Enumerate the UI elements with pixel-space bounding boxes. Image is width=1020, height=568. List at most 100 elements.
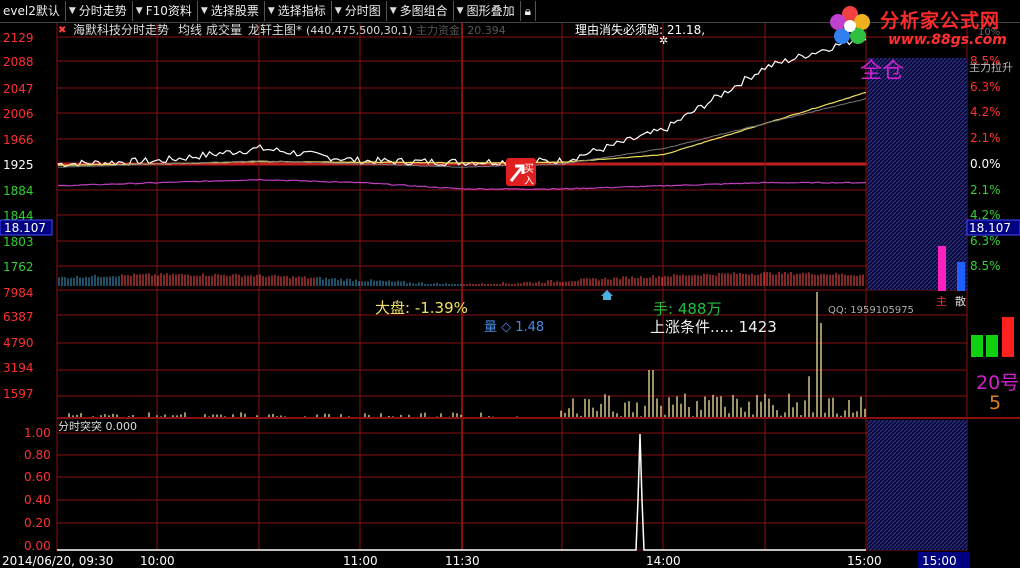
volume-tick-label: 1597 — [3, 387, 34, 401]
chart-title: 海默科技分时走势 — [73, 22, 169, 37]
retail-label: 散 — [955, 294, 966, 308]
red-bar — [1002, 317, 1014, 357]
volume-tick-label: 6387 — [3, 310, 34, 324]
price-tick-label: 1966 — [3, 133, 34, 147]
volume-axis: 7984 6387 4790 3194 1597 — [3, 286, 34, 401]
select-stock-label: 选择股票 — [210, 4, 259, 18]
timeshare-chart-label: 分时图 — [344, 4, 381, 18]
dropdown-arrow-icon: ▼ — [200, 6, 208, 16]
retail-bar — [957, 262, 965, 291]
main-force-bar — [938, 246, 946, 291]
price-tick-label: 1925 — [3, 158, 34, 172]
timeshare-chart-button[interactable]: ▼ 分时图 — [332, 1, 387, 21]
index-change-label: 大盘: -1.39% — [375, 299, 468, 317]
price-tick-label: 1803 — [3, 235, 34, 249]
timeshare-label: 分时走势 — [78, 4, 127, 18]
time-tick-label: 10:00 — [140, 554, 175, 568]
buy-marker-label-2: 入 — [524, 176, 534, 187]
dropdown-arrow-icon: ▼ — [267, 6, 275, 16]
select-stock-button[interactable]: ▼ 选择股票 — [198, 1, 265, 21]
timeshare-button[interactable]: ▼ 分时走势 — [66, 1, 133, 21]
percent-tick-label: 6.3% — [970, 80, 1001, 94]
price-tick-label: 2047 — [3, 82, 34, 96]
logo-url: www.88gs.com — [888, 32, 1007, 48]
gear-marker-icon: ✲ — [659, 34, 668, 47]
main-funds-label: 主力资金: 20.394 — [416, 23, 506, 37]
flower-logo-icon — [830, 6, 870, 44]
level2-button[interactable]: evel2默认 — [0, 1, 66, 21]
price-tick-label: 1884 — [3, 184, 34, 198]
time-tick-label: 15:00 — [847, 554, 882, 568]
percent-tick-label: 4.2% — [970, 105, 1001, 119]
lock-icon[interactable]: 🔒︎ — [521, 1, 536, 21]
f10-button[interactable]: ▼ F10资料 — [133, 1, 198, 21]
dropdown-arrow-icon: ▼ — [389, 6, 397, 16]
overlay-button[interactable]: ▼ 图形叠加 — [454, 1, 521, 21]
green-bar-1 — [971, 335, 983, 357]
future-area-indicator — [867, 420, 967, 550]
percent-tick-label: 6.3% — [970, 234, 1001, 248]
qq-label: QQ: 1959105975 — [828, 305, 914, 316]
dropdown-arrow-icon: ▼ — [334, 6, 342, 16]
percent-tick-label: 2.1% — [970, 183, 1001, 197]
main-force-label: 主 — [936, 295, 947, 308]
indicator-tick-label: 0.60 — [24, 470, 51, 484]
number-20-label: 20号 — [976, 372, 1019, 394]
indicator-tick-label: 0.20 — [24, 516, 51, 530]
dropdown-arrow-icon: ▼ — [68, 6, 76, 16]
number-5-label: 5 — [989, 392, 1001, 414]
multi-chart-label: 多图组合 — [399, 4, 448, 18]
params-label: (440,475,500,30,1) — [306, 24, 413, 37]
green-bar-2 — [986, 335, 998, 357]
select-indicator-button[interactable]: ▼ 选择指标 — [265, 1, 332, 21]
volume-ratio-label: 量 ◇ 1.48 — [484, 320, 544, 335]
current-price-left: 18.107 — [4, 221, 46, 235]
hand-volume-label: 手: 488万 — [653, 300, 721, 318]
current-time: 15:00 — [922, 554, 957, 568]
current-price-right: 18.107 — [969, 221, 1011, 235]
main-pull-label: 主力拉升 — [969, 60, 1013, 74]
dropdown-arrow-icon: ▼ — [135, 6, 143, 16]
percent-axis: 8.5%6.3%4.2%2.1%0.0%2.1%4.2%6.3%8.5% — [970, 54, 1001, 273]
volume-tick-label: 3194 — [3, 361, 34, 375]
indicator-tick-label: 0.00 — [24, 539, 51, 553]
home-marker-icon — [601, 290, 613, 300]
buy-marker-label-1: 买 — [524, 163, 534, 175]
price-axis: 2129208820472006196619251884184418031762 — [3, 31, 34, 274]
site-logo: 分析家公式网 www.88gs.com — [822, 2, 1020, 52]
price-tick-label: 2129 — [3, 31, 34, 45]
level2-label: evel2默认 — [3, 4, 60, 18]
price-tick-label: 2006 — [3, 107, 34, 121]
percent-tick-label: 2.1% — [970, 131, 1001, 145]
percent-tick-label: 8.5% — [970, 259, 1001, 273]
indicator-axis: 1.00 0.80 0.60 0.40 0.20 0.00 — [24, 426, 51, 553]
overlay-label: 图形叠加 — [466, 4, 515, 18]
close-x-icon[interactable]: ✖ — [58, 25, 66, 36]
time-tick-label: 14:00 — [646, 554, 681, 568]
price-tick-label: 2088 — [3, 55, 34, 69]
multi-chart-button[interactable]: ▼ 多图组合 — [387, 1, 454, 21]
time-tick-label: 11:30 — [445, 554, 480, 568]
full-position-label: 全仓 — [860, 59, 904, 84]
rise-condition-label: 上涨条件..... 1423 — [650, 318, 777, 336]
time-tick-label: 11:00 — [343, 554, 378, 568]
indicator-tick-label: 0.40 — [24, 493, 51, 507]
indicator-title: 分时突突 0.000 — [58, 419, 137, 433]
f10-label: F10资料 — [145, 4, 192, 18]
reason-label: 理由消失必须跑: 21.18, — [575, 22, 705, 37]
select-indicator-label: 选择指标 — [277, 4, 326, 18]
chart-canvas: 2129208820472006196619251884184418031762… — [0, 21, 1020, 568]
volume-tick-label: 7984 — [3, 286, 34, 300]
avg-line-label: 均线 — [178, 23, 202, 37]
dropdown-arrow-icon: ▼ — [456, 6, 464, 16]
indicator-tick-label: 0.80 — [24, 448, 51, 462]
buy-marker[interactable]: 买 入 — [506, 158, 536, 187]
time-axis: 2014/06/20, 09:30 10:00 11:00 11:30 14:00 15:… — [2, 554, 882, 568]
future-area-price — [867, 58, 967, 290]
time-start-label: 2014/06/20, 09:30 — [2, 554, 113, 568]
volume-tick-label: 4790 — [3, 336, 34, 350]
indicator-tick-label: 1.00 — [24, 426, 51, 440]
price-tick-label: 1762 — [3, 260, 34, 274]
volume-label: 成交量 — [206, 22, 242, 37]
percent-tick-label: 0.0% — [970, 157, 1001, 171]
